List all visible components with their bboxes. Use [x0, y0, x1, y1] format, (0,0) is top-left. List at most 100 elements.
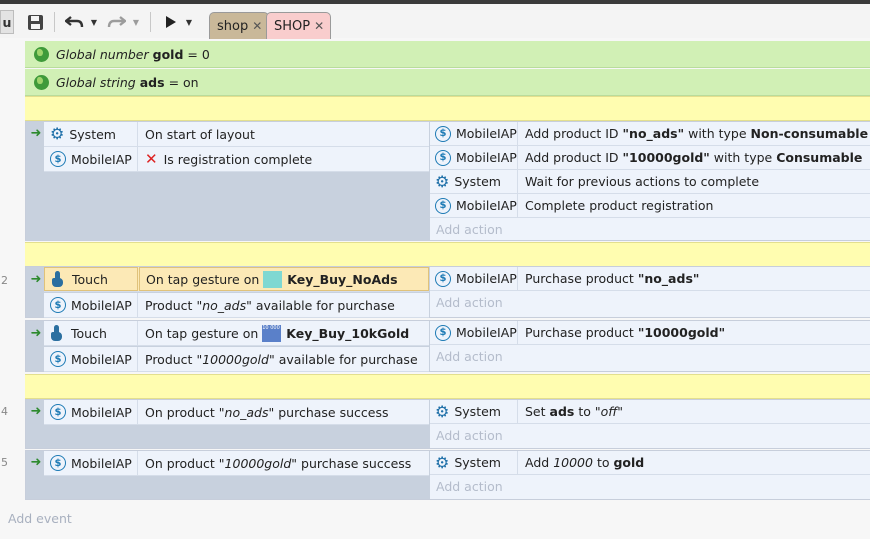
condition-row[interactable]: ➜ ⚙ System On start of layout — [31, 122, 429, 147]
object-name: MobileIAP — [71, 455, 132, 471]
action-text: Purchase product "no_ads" — [519, 267, 870, 290]
variable-value: "off" — [594, 404, 624, 419]
dollar-icon: $ — [50, 297, 66, 313]
dollar-icon: $ — [435, 149, 451, 166]
tab-shop[interactable]: shop ✕ — [209, 12, 270, 39]
close-icon[interactable]: ✕ — [252, 19, 262, 33]
action-text: Complete product registration — [525, 198, 714, 213]
action-text-part: with type — [713, 150, 773, 165]
sprite-thumbnail-icon: 10 000 Gold — [262, 324, 282, 342]
action-row[interactable]: $ MobileIAP Add product ID "10000gold" wi… — [430, 146, 870, 170]
event-number: 4 — [1, 405, 8, 418]
trigger-arrow-icon: ➜ — [30, 126, 42, 141]
action-row[interactable]: $ MobileIAP Complete product registration — [430, 194, 870, 218]
variable-name: ads — [549, 404, 575, 419]
action-text-part: Add — [525, 455, 550, 470]
undo-icon — [65, 16, 84, 28]
condition-text-part: On product — [145, 404, 215, 420]
comment-row[interactable] — [25, 96, 870, 121]
trigger-arrow-icon: ➜ — [30, 404, 42, 419]
object-name: System — [69, 126, 116, 142]
save-button[interactable] — [24, 10, 46, 34]
toolbar: u ▼ ▼ ▼ shop ✕ SHOP ✕ — [0, 4, 870, 39]
condition-text-part: purchase success — [278, 404, 389, 420]
product-type: Consumable — [776, 150, 863, 165]
menu-button-label: u — [2, 14, 12, 30]
tab-shop-sheet[interactable]: SHOP ✕ — [266, 12, 332, 39]
condition-row[interactable]: Touch On tap gesture on 10 000 GoldKey_B… — [44, 321, 429, 346]
dollar-icon: $ — [50, 151, 66, 167]
condition-row[interactable]: $ MobileIAP On product "10000gold" purcha… — [44, 451, 429, 476]
add-action-link[interactable]: Add action — [430, 291, 870, 313]
global-var-name: ads — [139, 74, 165, 90]
redo-button[interactable] — [104, 10, 128, 34]
global-var-value: = 0 — [187, 46, 210, 62]
product-id: "10000gold" — [218, 455, 298, 471]
action-row[interactable]: ⚙ System Set ads to "off" — [430, 400, 870, 424]
add-action-link[interactable]: Add action — [430, 345, 870, 367]
menu-button[interactable]: u — [0, 10, 14, 34]
preview-button[interactable] — [161, 10, 181, 34]
add-action-link[interactable]: Add action — [430, 424, 870, 446]
event-block[interactable]: ➜ ⚙ System On start of layout $ MobileIAP … — [25, 121, 870, 241]
condition-text-part: available for purchase — [278, 351, 418, 367]
sprite-thumbnail-icon — [263, 270, 283, 288]
dollar-icon: $ — [50, 351, 66, 367]
global-var-value: = on — [168, 74, 199, 90]
add-event-link[interactable]: Add event — [8, 511, 72, 526]
undo-dropdown[interactable]: ▼ — [89, 10, 99, 34]
object-name: Touch — [71, 325, 107, 341]
condition-text: Product "no_ads" available for purchase — [139, 293, 429, 317]
event-block[interactable]: ➜ Touch On tap gesture on Key_Buy_NoAds … — [25, 266, 870, 318]
add-action-link[interactable]: Add action — [430, 475, 870, 497]
dollar-icon: $ — [50, 455, 66, 471]
target-object: Key_Buy_10kGold — [286, 325, 410, 341]
preview-dropdown[interactable]: ▼ — [184, 10, 194, 34]
object-name: MobileIAP — [456, 126, 517, 141]
dollar-icon: $ — [435, 197, 451, 214]
condition-text: On tap gesture on 10 000 GoldKey_Buy_10k… — [139, 321, 429, 345]
product-id: "no_ads" — [637, 271, 700, 286]
condition-object: $ MobileIAP — [44, 451, 138, 475]
event-block[interactable]: ➜ $ MobileIAP On product "10000gold" purc… — [25, 450, 870, 500]
event-block[interactable]: ➜ $ MobileIAP On product "no_ads" purchas… — [25, 399, 870, 449]
condition-row[interactable]: $ MobileIAP Product "no_ads" available fo… — [44, 293, 429, 318]
action-text: Wait for previous actions to complete — [525, 174, 760, 189]
condition-object: Touch — [44, 321, 138, 345]
action-object: $ MobileIAP — [430, 321, 518, 344]
action-row[interactable]: $ MobileIAP Purchase product "10000gold" — [430, 321, 870, 345]
action-text-part: Add product ID — [525, 126, 619, 141]
global-variable-gold[interactable]: Global number gold = 0 — [25, 41, 870, 68]
add-action-link[interactable]: Add action — [430, 218, 870, 240]
action-text-part: Purchase product — [525, 271, 634, 286]
global-variable-ads[interactable]: Global string ads = on — [25, 69, 870, 96]
condition-row[interactable]: $ MobileIAP On product "no_ads" purchase … — [44, 400, 429, 425]
save-icon — [27, 14, 43, 30]
global-var-prefix: Global number — [56, 46, 149, 62]
condition-row[interactable]: $ MobileIAP Product "10000gold" available… — [44, 347, 429, 372]
amount-value: 10000 — [553, 455, 593, 470]
condition-object: $ MobileIAP — [44, 147, 138, 171]
object-name: MobileIAP — [456, 325, 517, 340]
event-block[interactable]: ➜ Touch On tap gesture on 10 000 GoldKey… — [25, 320, 870, 372]
action-row[interactable]: $ MobileIAP Purchase product "no_ads" — [430, 267, 870, 291]
close-icon[interactable]: ✕ — [314, 19, 324, 33]
action-text-part: to — [596, 455, 610, 470]
object-name: MobileIAP — [456, 198, 517, 213]
object-name: MobileIAP — [71, 351, 132, 367]
comment-row[interactable] — [25, 374, 870, 399]
undo-button[interactable] — [63, 10, 87, 34]
dollar-icon: $ — [435, 125, 451, 142]
action-row[interactable]: ⚙ System Add 10000 to gold — [430, 451, 870, 475]
product-id: "10000gold" — [637, 325, 726, 340]
condition-text-part: On tap gesture on — [145, 325, 259, 341]
action-row[interactable]: ⚙ System Wait for previous actions to com… — [430, 170, 870, 194]
redo-dropdown[interactable]: ▼ — [131, 10, 141, 34]
object-name: System — [454, 404, 501, 419]
condition-row-selected[interactable]: Touch On tap gesture on Key_Buy_NoAds — [44, 267, 429, 292]
comment-row[interactable] — [25, 242, 870, 267]
chevron-down-icon: ▼ — [185, 17, 193, 27]
action-row[interactable]: $ MobileIAP Add product ID "no_ads" with … — [430, 122, 870, 146]
condition-row[interactable]: $ MobileIAP ✕ Is registration complete — [44, 147, 429, 172]
action-text: Add 10000 to gold — [519, 451, 870, 474]
